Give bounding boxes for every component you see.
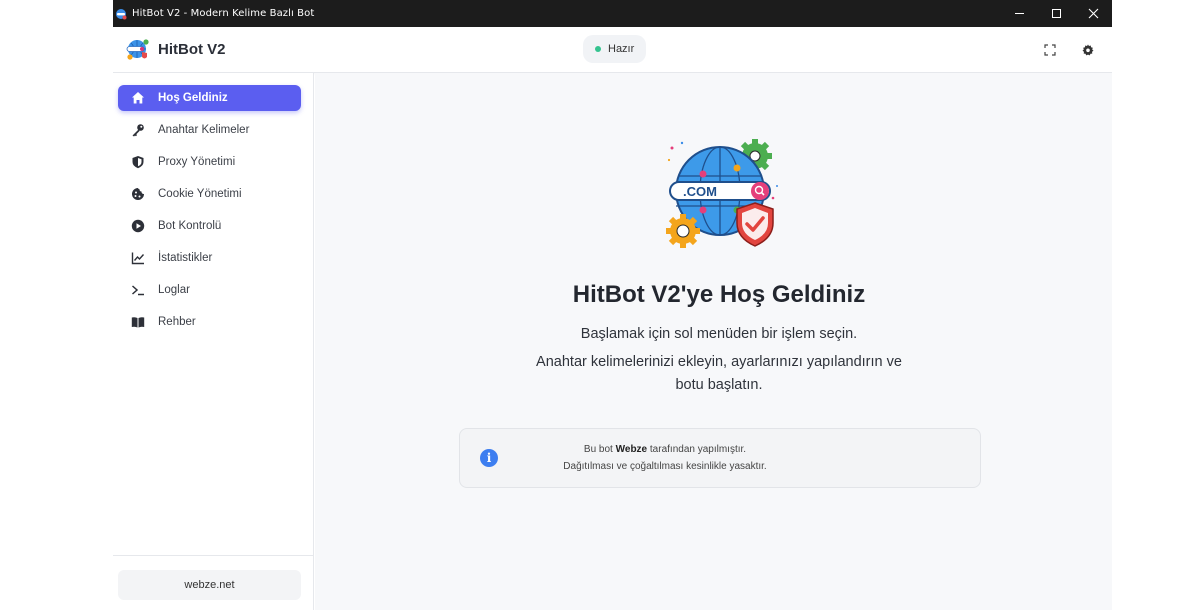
sidebar-item-label: İstatistikler [158, 252, 213, 264]
sidebar-item-cookie[interactable]: Cookie Yönetimi [118, 181, 301, 207]
window-title: HitBot V2 - Modern Kelime Bazlı Bot [132, 8, 315, 19]
info-credit-prefix: Bu bot [583, 444, 613, 455]
subtitle-text: Başlamak için sol menüden bir işlem seçi… [580, 326, 858, 342]
sidebar-item-guide[interactable]: Rehber [118, 309, 301, 335]
sidebar-item-label: Bot Kontrolü [158, 220, 222, 232]
sidebar-item-proxy[interactable]: Proxy Yönetimi [118, 149, 301, 175]
main-content: .COM HitBot V2'ye Hoş Geldiniz Başlamak … [315, 73, 1112, 610]
settings-button[interactable] [1077, 39, 1099, 61]
title-bar: HitBot V2 - Modern Kelime Bazlı Bot [113, 0, 1112, 27]
website-link[interactable]: webze.net [118, 570, 301, 600]
terminal-icon [131, 283, 145, 297]
logo-icon [126, 38, 149, 60]
minimize-icon [1015, 13, 1024, 14]
app-header: HitBot V2 Hazır [113, 27, 1112, 73]
brand: HitBot V2 [126, 38, 226, 62]
chart-line-icon [131, 251, 145, 265]
sidebar-item-label: Hoş Geldiniz [158, 92, 228, 104]
maximize-icon [1052, 9, 1061, 18]
book-icon [131, 315, 145, 329]
brand-name: HitBot V2 [158, 41, 226, 58]
instructions-text: Anahtar kelimelerinizi ekleyin, ayarları… [536, 354, 902, 393]
info-warning-text: Dağıtılması ve çoğaltılması kesinlikle y… [563, 461, 767, 472]
sidebar-item-label: Anahtar Kelimeler [158, 124, 250, 136]
info-notice: i Bu bot Webze tarafından yapılmıştır. D… [459, 428, 981, 488]
status-badge: Hazır [583, 35, 647, 63]
cookie-icon [131, 187, 145, 201]
sidebar-item-logs[interactable]: Loglar [118, 277, 301, 303]
illustration-domain-text: .COM [683, 184, 717, 199]
sidebar-item-welcome[interactable]: Hoş Geldiniz [118, 85, 301, 111]
globe-illustration: .COM [666, 139, 778, 248]
info-credit-suffix: tarafından yapılmıştır. [649, 444, 747, 455]
fullscreen-button[interactable] [1039, 39, 1061, 61]
sidebar-item-keywords[interactable]: Anahtar Kelimeler [118, 117, 301, 143]
minimize-button[interactable] [1001, 0, 1038, 27]
info-credit-text: Bu bot Webze tarafından yapılmıştır. [460, 444, 870, 455]
gear-icon [1082, 44, 1094, 56]
sidebar-item-label: Cookie Yönetimi [158, 188, 242, 200]
sidebar-divider [113, 555, 314, 556]
sidebar-item-label: Proxy Yönetimi [158, 156, 236, 168]
app-icon [116, 8, 127, 19]
home-icon [131, 91, 145, 105]
maximize-button[interactable] [1038, 0, 1075, 27]
app-window: HitBot V2 - Modern Kelime Bazlı Bot HitB… [113, 0, 1112, 610]
fullscreen-icon [1044, 44, 1056, 56]
play-circle-icon [131, 219, 145, 233]
info-credit-author: Webze [615, 444, 648, 455]
sidebar-item-statistics[interactable]: İstatistikler [118, 245, 301, 271]
sidebar-item-label: Rehber [158, 316, 196, 328]
close-icon [1088, 8, 1099, 19]
key-icon [131, 123, 145, 137]
sidebar-item-label: Loglar [158, 284, 190, 296]
sidebar: Hoş Geldiniz Anahtar Kelimeler Proxy Yön… [113, 73, 314, 610]
shield-icon [131, 155, 145, 169]
status-dot [595, 46, 601, 52]
status-label: Hazır [608, 43, 635, 55]
close-button[interactable] [1075, 0, 1112, 27]
page-title: HitBot V2'ye Hoş Geldiniz [572, 281, 866, 308]
sidebar-item-bot-control[interactable]: Bot Kontrolü [118, 213, 301, 239]
